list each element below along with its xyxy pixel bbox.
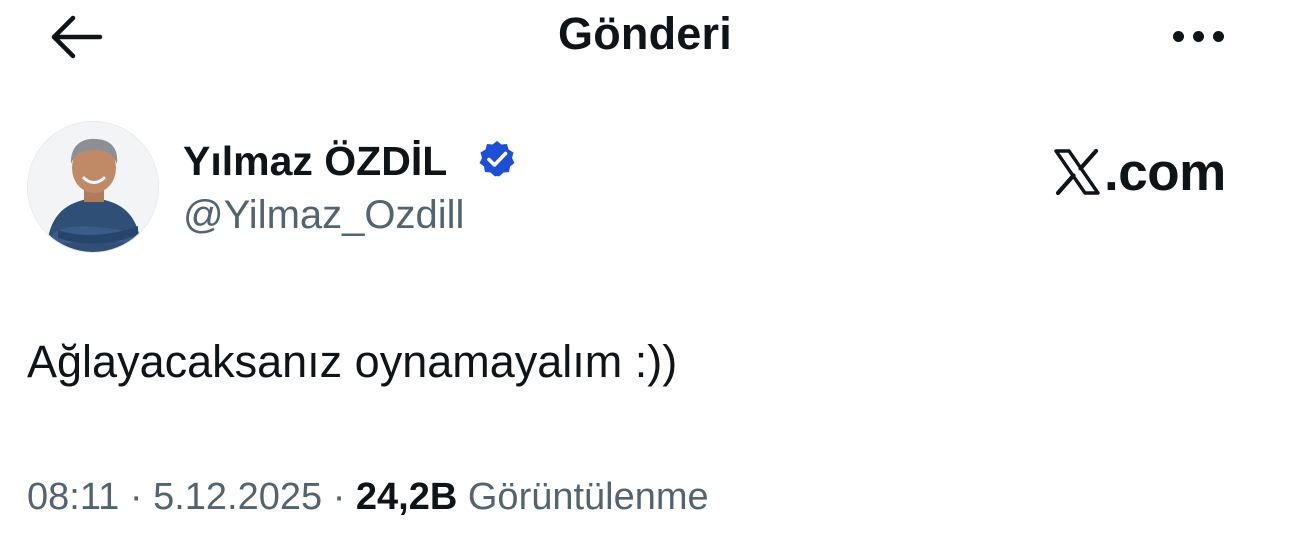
tweet-meta: 08:11 · 5.12.2025 · 24,2B Görüntülenme xyxy=(27,476,709,519)
x-logo-icon xyxy=(1054,148,1100,196)
tweet-date[interactable]: 5.12.2025 xyxy=(153,476,322,518)
back-button[interactable] xyxy=(40,10,110,64)
meta-separator: · xyxy=(129,476,143,518)
author-name[interactable]: Yılmaz ÖZDİL xyxy=(183,138,447,185)
page-title: Gönderi xyxy=(558,8,732,59)
more-dot xyxy=(1212,30,1224,42)
top-bar: Gönderi xyxy=(0,0,1290,76)
arrow-left-icon xyxy=(51,15,103,59)
more-dot xyxy=(1192,30,1204,42)
tweet-text: Ağlayacaksanız oynamayalım :)) xyxy=(27,336,678,387)
verified-badge-icon xyxy=(479,141,515,177)
more-horizontal-icon xyxy=(1172,30,1184,42)
watermark-text: .com xyxy=(1104,142,1226,202)
avatar[interactable] xyxy=(27,121,159,253)
more-options-button[interactable] xyxy=(1158,14,1238,58)
avatar-photo xyxy=(28,122,158,252)
meta-separator: · xyxy=(332,476,346,518)
tweet-time[interactable]: 08:11 xyxy=(27,476,119,518)
author-handle[interactable]: @Yilmaz_Ozdill xyxy=(183,193,464,238)
views-count: 24,2B xyxy=(355,476,458,518)
watermark: .com xyxy=(1052,140,1226,204)
views-label: Görüntülenme xyxy=(467,476,709,518)
